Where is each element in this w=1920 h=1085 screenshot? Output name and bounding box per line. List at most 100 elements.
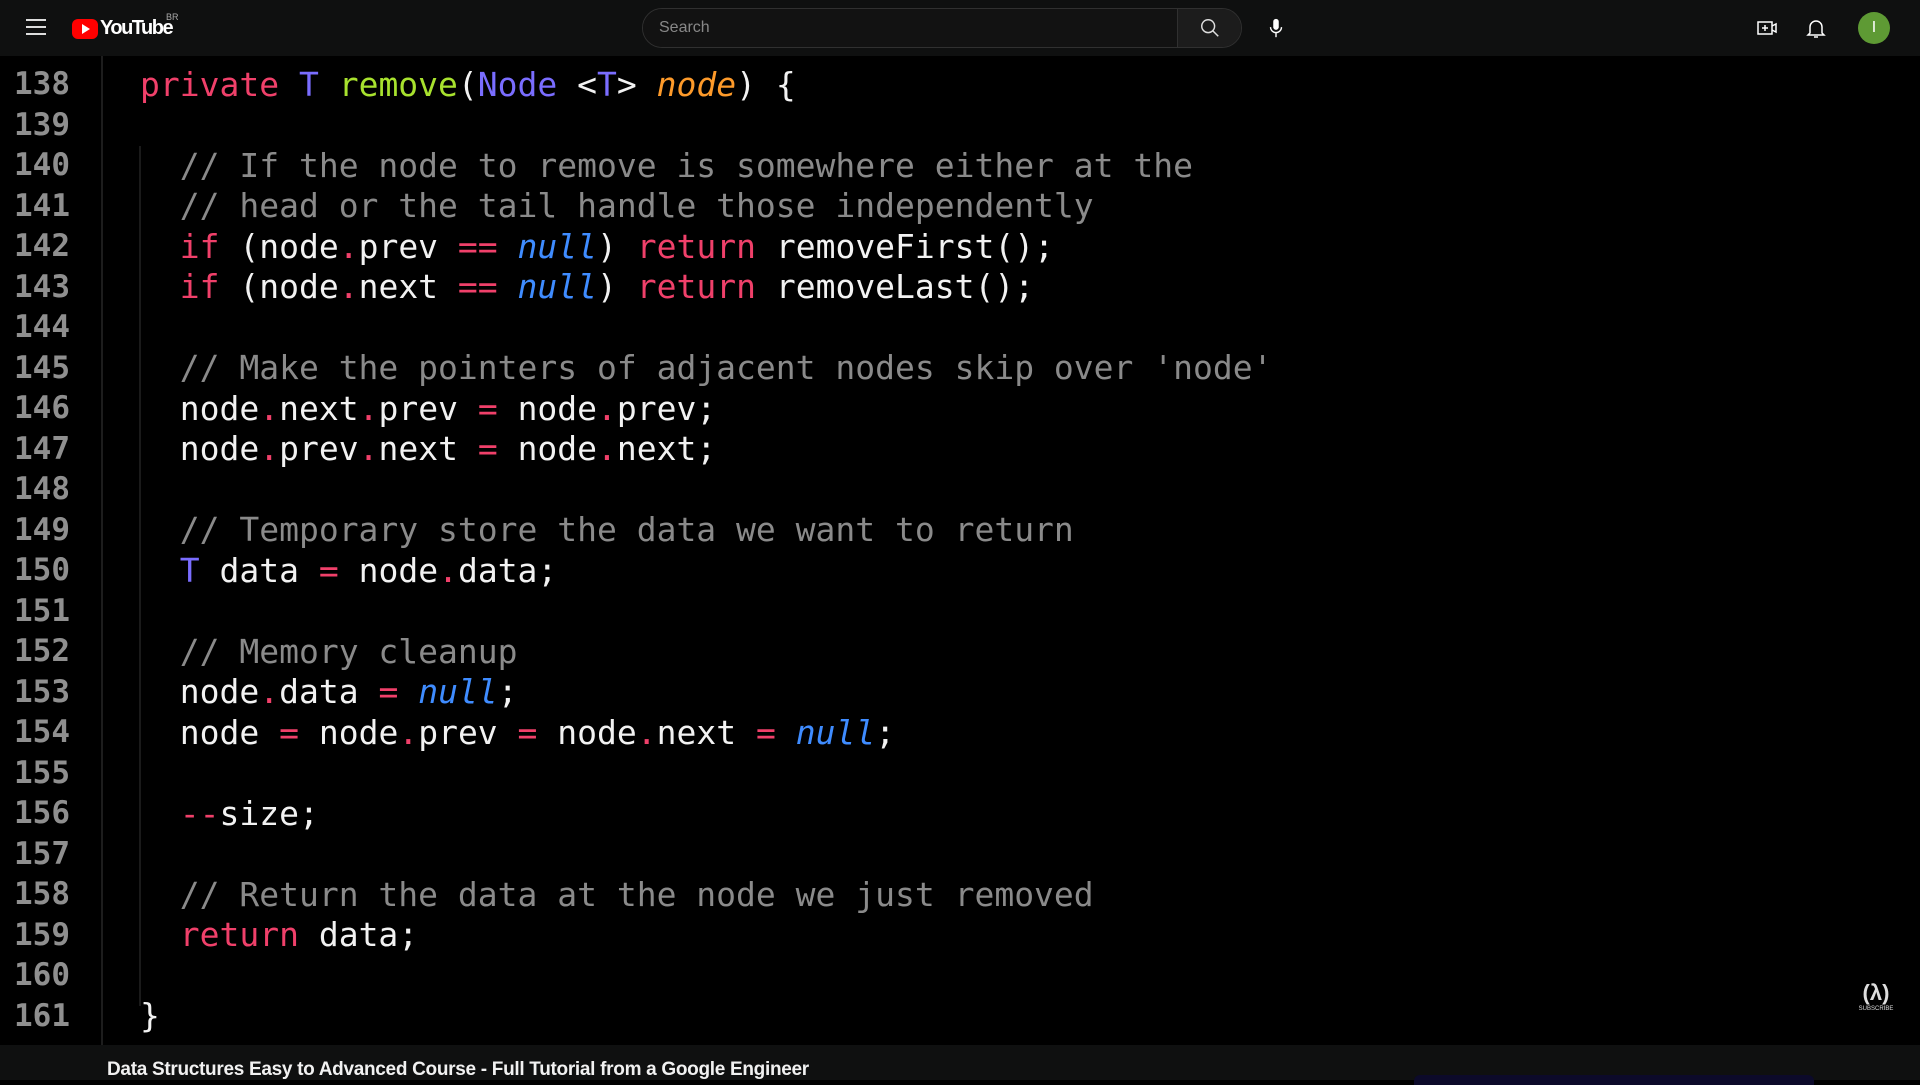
code-token: }: [140, 996, 160, 1036]
code-line: 140 // If the node to remove is somewher…: [0, 145, 1272, 186]
line-number: 159: [14, 916, 70, 953]
code-token: prev: [358, 226, 458, 266]
code-token: =: [318, 550, 359, 590]
code-line: 154 node = node. prev = node. next = null;: [0, 712, 1272, 753]
code-token: prev;: [616, 388, 717, 428]
youtube-logo[interactable]: YouTube BR: [72, 12, 179, 40]
code-token: T: [179, 550, 220, 590]
line-number: 150: [14, 552, 70, 589]
subscribe-label: SUBSCRIBE: [1858, 1006, 1894, 1012]
code-token: =: [378, 672, 419, 712]
search-button[interactable]: [1177, 9, 1241, 47]
side-card: [1414, 1075, 1814, 1085]
code-token: .: [358, 429, 379, 469]
line-number: 142: [14, 228, 70, 265]
code-token: T: [298, 64, 339, 104]
country-code: BR: [166, 12, 179, 22]
line-number: 148: [14, 471, 70, 508]
code-token: prev: [418, 712, 518, 752]
code-token: data;: [318, 915, 419, 955]
code-token: if: [179, 267, 240, 307]
line-number: 138: [14, 66, 70, 103]
code-token: =: [477, 388, 518, 428]
code-token: null: [517, 226, 598, 266]
create-icon: [1757, 21, 1777, 35]
freecodecamp-logo: (λ): [1862, 980, 1890, 1005]
line-number: 149: [14, 511, 70, 548]
code-line: 138 private T remove(Node < T > node) {: [0, 64, 1272, 105]
code-token: // head or the tail handle those indepen…: [179, 186, 1094, 226]
code-token: node: [358, 550, 439, 590]
create-button[interactable]: [1753, 14, 1781, 42]
code-line: 143 if (node. next == null) return remove…: [0, 267, 1272, 308]
code-token: node: [517, 429, 598, 469]
search-input[interactable]: Search: [643, 9, 1177, 47]
video-info-bar: Data Structures Easy to Advanced Course …: [0, 1045, 1920, 1085]
code-token: =: [517, 712, 558, 752]
code-token: =: [477, 429, 518, 469]
line-number: 161: [14, 997, 70, 1034]
video-player[interactable]: 138 private T remove(Node < T > node) {139 1…: [0, 56, 1920, 1045]
code-token: ;: [497, 672, 518, 712]
code-line: 157: [0, 834, 1272, 875]
code-token: next;: [616, 429, 717, 469]
video-title: Data Structures Easy to Advanced Course …: [107, 1059, 809, 1080]
youtube-play-icon: [72, 18, 98, 39]
search-icon: [1200, 19, 1219, 37]
voice-search-button[interactable]: [1262, 14, 1290, 42]
code-token: .: [597, 429, 617, 469]
line-number: 139: [14, 106, 70, 143]
code-token: null: [418, 672, 498, 712]
subscribe-watermark[interactable]: (λ) SUBSCRIBE: [1856, 980, 1896, 1024]
code-token: data: [219, 550, 319, 590]
menu-icon[interactable]: [26, 19, 46, 35]
line-number: 140: [14, 147, 70, 184]
code-token: size;: [219, 793, 319, 833]
code-token: .: [259, 429, 280, 469]
code-token: ;: [875, 712, 896, 752]
code-token: =: [756, 712, 796, 752]
line-number: 151: [14, 592, 70, 629]
code-token: .: [438, 550, 458, 590]
line-number: 145: [14, 349, 70, 386]
line-number: 146: [14, 390, 70, 427]
code-token: null: [795, 712, 876, 752]
code-token: ==: [457, 267, 518, 307]
line-number: 157: [14, 835, 70, 872]
code-token: return: [179, 915, 319, 955]
code-token: // Temporary store the data we want to r…: [179, 510, 1074, 550]
code-token: data;: [457, 550, 558, 590]
notifications-button[interactable]: [1802, 14, 1830, 42]
line-number: 144: [14, 309, 70, 346]
code-token: remove: [338, 64, 458, 104]
code-view: 138 private T remove(Node < T > node) {139 1…: [0, 64, 1272, 1036]
code-line: 144: [0, 307, 1272, 348]
code-token: node: [557, 712, 637, 752]
code-token: >: [616, 64, 657, 104]
avatar[interactable]: I: [1858, 12, 1890, 44]
code-token: removeLast();: [775, 267, 1035, 307]
line-number: 160: [14, 957, 70, 994]
code-token: (node: [239, 226, 339, 266]
code-token: return: [636, 267, 776, 307]
code-line: 145 // Make the pointers of adjacent nod…: [0, 348, 1272, 389]
code-token: next: [358, 267, 458, 307]
code-token: prev: [378, 388, 478, 428]
code-line: 152 // Memory cleanup: [0, 631, 1272, 672]
code-token: removeFirst();: [775, 226, 1054, 266]
line-number: 143: [14, 268, 70, 305]
code-token: .: [358, 388, 379, 428]
code-token: node: [318, 712, 399, 752]
